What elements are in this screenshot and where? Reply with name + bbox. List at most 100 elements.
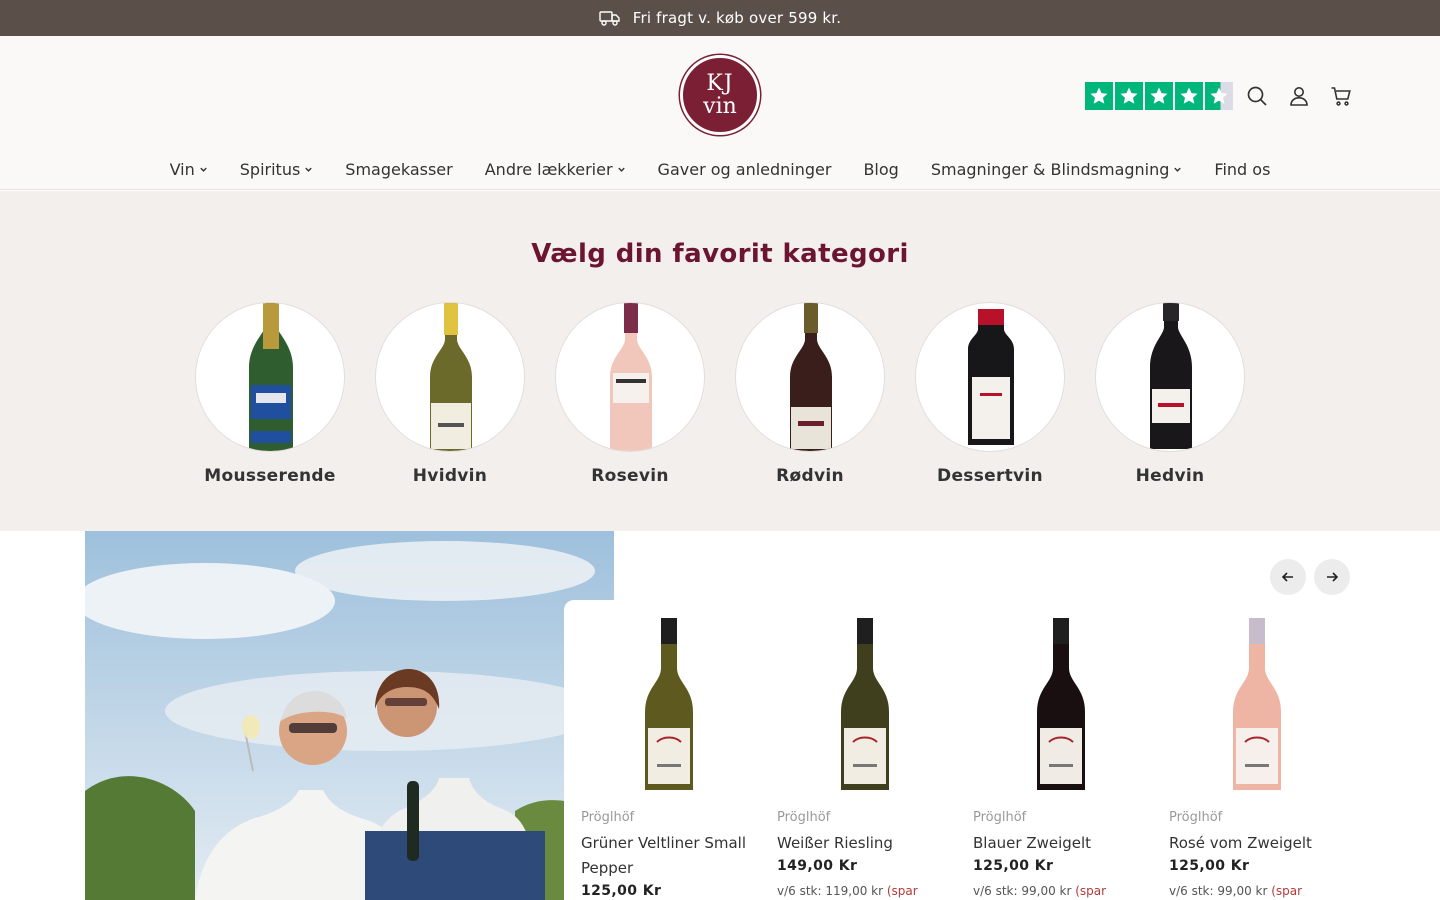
nav-item-andre-lækkerier[interactable]: Andre lækkerier [485,160,626,179]
winemakers-image [85,531,614,900]
category-label: Hvidvin [412,466,488,486]
nav-item-label: Smagninger & Blindsmagning [930,160,1170,179]
category-rodvin[interactable]: Rødvin [735,302,885,486]
category-title: Vælg din favorit kategori [531,239,909,269]
product-card[interactable]: Pröglhöf Blauer Zweigelt 125,00 Kr v/6 stk:… [973,616,1149,900]
wine-bottle-icon [841,618,889,790]
star-icon [1085,82,1113,110]
product-image[interactable] [973,616,1149,792]
product-name[interactable]: Grüner Veltliner Small Pepper [581,831,757,881]
category-label: Hedvin [1135,466,1205,486]
category-image [735,302,885,452]
nav-item-label: Vin [169,160,195,179]
announcement-bar: Fri fragt v. køb over 599 kr. [0,0,1440,36]
champagne-bottle-icon [249,303,293,451]
product-price: 125,00 Kr [581,883,662,899]
category-image [195,302,345,452]
star-icon [1175,82,1203,110]
nav-item-label: Blog [863,160,899,179]
trustpilot-rating[interactable] [1085,82,1233,110]
wine-bottle-icon [645,618,693,790]
half-star-icon [1205,82,1233,110]
nav-item-label: Gaver og anledninger [657,160,832,179]
announcement-text: Fri fragt v. køb over 599 kr. [632,9,842,27]
category-hvidvin[interactable]: Hvidvin [375,302,525,486]
product-card[interactable]: Pröglhöf Rosé vom Zweigelt 125,00 Kr v/6 st… [1169,616,1345,900]
product-price: 125,00 Kr [1169,858,1250,874]
product-brand: Pröglhöf [973,810,1027,825]
nav-item-find-os[interactable]: Find os [1214,160,1270,179]
product-price: 125,00 Kr [973,858,1054,874]
logo-line1: KJ [706,70,734,96]
category-image [1095,302,1245,452]
product-name[interactable]: Blauer Zweigelt [973,831,1149,856]
featured-section: Pröglhöf Grüner Veltliner Small Pepper 125… [0,531,1440,900]
product-price: 149,00 Kr [777,858,858,874]
category-list: Mousserende Hvidvin Rosevin Rødvin Desse… [195,302,1245,486]
product-brand: Pröglhöf [581,810,635,825]
logo-line2: vin [703,93,737,119]
nav-item-label: Andre lækkerier [484,160,613,179]
main-navigation: Vin Spiritus Smagekasser Andre lækkerier Gav… [0,160,1440,179]
header-actions [1243,82,1355,110]
nav-item-smagekasser[interactable]: Smagekasser [345,160,452,179]
red-wine-bottle-icon [790,303,832,451]
category-image [375,302,525,452]
port-wine-bottle-icon [1150,303,1192,449]
category-hedvin[interactable]: Hedvin [1095,302,1245,486]
nav-item-label: Spiritus [239,160,301,179]
dessert-wine-bottle-icon [968,309,1014,445]
product-carousel: Pröglhöf Grüner Veltliner Small Pepper 125… [564,600,1440,900]
winemakers-photo [85,531,614,900]
product-multi-price: v/6 stk: 99,00 kr (spar 156,00 kr) [973,882,1149,900]
search-icon[interactable] [1243,82,1271,110]
product-image[interactable] [581,616,757,792]
chevron-down-icon [305,167,313,172]
product-list: Pröglhöf Grüner Veltliner Small Pepper 125… [581,616,1345,900]
product-image[interactable] [1169,616,1345,792]
multi-price-text: v/6 stk: 99,00 kr [1169,884,1272,898]
carousel-prev-button[interactable] [1270,559,1306,595]
multi-price-text: v/6 stk: 119,00 kr [777,884,887,898]
product-brand: Pröglhöf [1169,810,1223,825]
nav-item-spiritus[interactable]: Spiritus [240,160,314,179]
nav-item-smagninger-blindsmagning[interactable]: Smagninger & Blindsmagning [931,160,1183,179]
category-label: Mousserende [204,466,336,486]
category-label: Dessertvin [937,466,1043,486]
category-dessertvin[interactable]: Dessertvin [915,302,1065,486]
wine-bottle-icon [1233,618,1281,790]
product-name[interactable]: Weißer Riesling [777,831,953,856]
carousel-next-button[interactable] [1314,559,1350,595]
product-name[interactable]: Rosé vom Zweigelt [1169,831,1345,856]
rose-wine-bottle-icon [610,303,652,451]
white-wine-bottle-icon [430,303,472,451]
multi-price-text: v/6 stk: 99,00 kr [973,884,1076,898]
nav-item-label: Smagekasser [345,160,453,179]
star-icon [1145,82,1173,110]
nav-item-blog[interactable]: Blog [863,160,898,179]
category-mousserende[interactable]: Mousserende [195,302,345,486]
product-image[interactable] [777,616,953,792]
product-brand: Pröglhöf [777,810,831,825]
account-icon[interactable] [1285,82,1313,110]
product-card[interactable]: Pröglhöf Grüner Veltliner Small Pepper 125… [581,616,757,900]
chevron-down-icon [200,167,207,172]
nav-item-label: Find os [1214,160,1271,179]
nav-item-vin[interactable]: Vin [170,160,208,179]
nav-item-gaver-og-anledninger[interactable]: Gaver og anledninger [658,160,832,179]
category-label: Rødvin [776,466,844,486]
category-section: Vælg din favorit kategori Mousserende Hv… [0,191,1440,531]
category-label: Rosevin [591,466,669,486]
chevron-down-icon [1174,167,1182,172]
cart-icon[interactable] [1327,82,1355,110]
kj-vin-logo[interactable]: KJ vin [680,55,760,135]
product-multi-price: v/6 stk: 119,00 kr (spar 180,00 kr) [777,882,953,900]
category-image [555,302,705,452]
wine-bottle-icon [1037,618,1085,790]
chevron-down-icon [617,167,625,172]
product-multi-price: v/6 stk: 99,00 kr (spar 156,00 kr) [1169,882,1345,900]
category-image [915,302,1065,452]
product-card[interactable]: Pröglhöf Weißer Riesling 149,00 Kr v/6 stk:… [777,616,953,900]
truck-icon [599,11,620,26]
category-rosevin[interactable]: Rosevin [555,302,705,486]
